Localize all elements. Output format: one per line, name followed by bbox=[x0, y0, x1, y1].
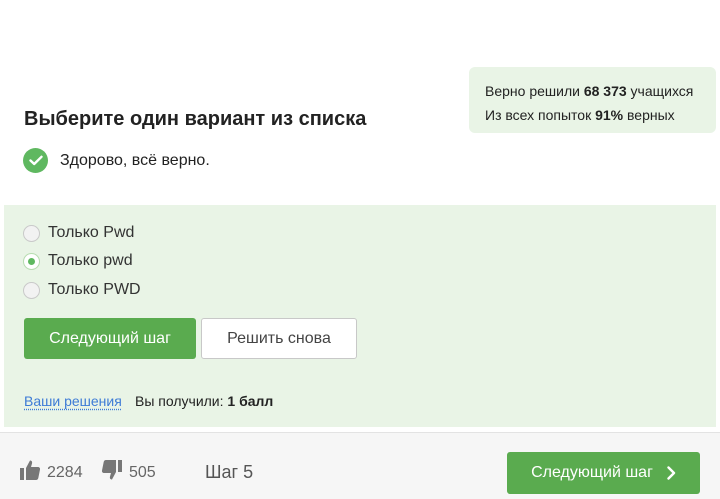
stats-box: Верно решили 68 373 учащихся Из всех поп… bbox=[469, 67, 716, 133]
next-step-button[interactable]: Следующий шаг bbox=[24, 318, 196, 359]
option-label: Только PWD bbox=[48, 281, 141, 298]
score: Вы получили: 1 балл bbox=[135, 393, 273, 409]
thumbs-up-icon bbox=[19, 459, 41, 486]
your-solutions-link[interactable]: Ваши решения bbox=[24, 393, 122, 409]
thumbs-down-icon bbox=[101, 459, 123, 486]
retry-button[interactable]: Решить снова bbox=[201, 318, 357, 359]
stats-solved-suffix: учащихся bbox=[630, 83, 694, 99]
step-indicator: Шаг 5 bbox=[205, 462, 254, 482]
radio-unchecked-icon[interactable] bbox=[23, 224, 40, 242]
stats-solved: Верно решили 68 373 учащихся bbox=[485, 79, 700, 103]
option-label: Только pwd bbox=[48, 252, 133, 269]
correct-feedback: Здорово, всё верно. bbox=[23, 148, 210, 173]
stats-solved-count: 68 373 bbox=[583, 83, 627, 99]
like-count: 2284 bbox=[47, 463, 83, 481]
radio-checked-icon[interactable] bbox=[23, 252, 40, 270]
stats-attempts: Из всех попыток 91% верных bbox=[485, 103, 700, 127]
score-value: 1 балл bbox=[227, 393, 274, 409]
feedback-text: Здорово, всё верно. bbox=[60, 151, 210, 169]
footer-next-step-button[interactable]: Следующий шаг bbox=[507, 452, 700, 494]
option-2[interactable]: Только pwd bbox=[23, 251, 133, 271]
chevron-right-icon bbox=[667, 466, 676, 480]
question-title: Выберите один вариант из списка bbox=[24, 108, 367, 130]
stats-attempts-percent: 91% bbox=[595, 107, 624, 123]
option-label: Только Pwd bbox=[48, 224, 135, 241]
score-prefix: Вы получили: bbox=[135, 393, 224, 409]
option-3[interactable]: Только PWD bbox=[23, 280, 141, 300]
radio-unchecked-icon[interactable] bbox=[23, 281, 40, 299]
check-circle-icon bbox=[23, 148, 48, 173]
stats-attempts-prefix: Из всех попыток bbox=[485, 107, 592, 123]
dislike-button[interactable]: 505 bbox=[101, 459, 156, 486]
footer-next-label: Следующий шаг bbox=[531, 464, 653, 481]
stats-attempts-suffix: верных bbox=[627, 107, 675, 123]
dislike-count: 505 bbox=[129, 463, 156, 481]
like-button[interactable]: 2284 bbox=[19, 459, 83, 486]
stats-solved-prefix: Верно решили bbox=[485, 83, 580, 99]
option-1[interactable]: Только Pwd bbox=[23, 223, 134, 243]
